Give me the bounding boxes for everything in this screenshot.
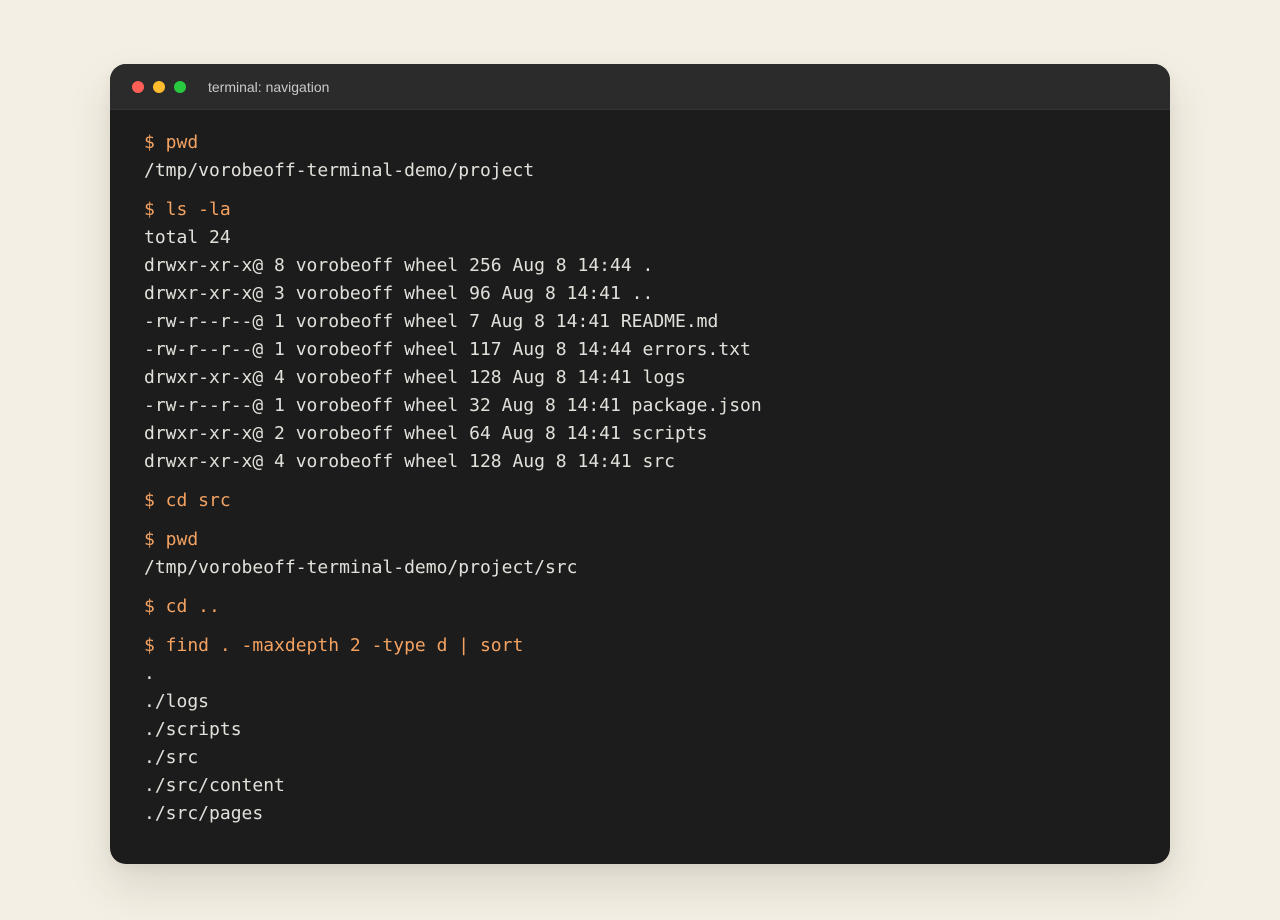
close-button[interactable]: [132, 80, 144, 93]
command-block: $ find . -maxdepth 2 -type d | sort. ./lo…: [144, 632, 1136, 828]
command-block: $ cd src: [144, 487, 1136, 515]
command-line: $ ls -la: [144, 199, 231, 220]
output-line: drwxr-xr-x@ 8 vorobeoff wheel 256 Aug 8 …: [144, 255, 654, 276]
output-line: ./src: [144, 747, 199, 768]
output-line: ./logs: [144, 691, 210, 712]
command-block: $ pwd/tmp/vorobeoff-terminal-demo/projec…: [144, 526, 1136, 582]
output-line: ./src/content: [144, 775, 285, 796]
output-line: -rw-r--r--@ 1 vorobeoff wheel 32 Aug 8 1…: [144, 395, 762, 416]
window-title: terminal: navigation: [208, 78, 330, 95]
output-line: -rw-r--r--@ 1 vorobeoff wheel 117 Aug 8 …: [144, 339, 751, 360]
output-line: .: [144, 663, 155, 684]
output-line: total 24: [144, 227, 231, 248]
maximize-button[interactable]: [174, 80, 186, 93]
terminal-window: terminal: navigation $ pwd/tmp/vorobeoff…: [110, 64, 1170, 864]
output-line: drwxr-xr-x@ 2 vorobeoff wheel 64 Aug 8 1…: [144, 423, 708, 444]
output-line: /tmp/vorobeoff-terminal-demo/project: [144, 160, 535, 181]
command-block: $ ls -la total 24 drwxr-xr-x@ 8 vorobeoff …: [144, 196, 1136, 476]
output-line: ./scripts: [144, 719, 242, 740]
command-block: $ pwd/tmp/vorobeoff-terminal-demo/projec…: [144, 129, 1136, 185]
terminal-output[interactable]: $ pwd/tmp/vorobeoff-terminal-demo/projec…: [110, 110, 1170, 828]
command-line: $ pwd: [144, 529, 199, 550]
output-line: drwxr-xr-x@ 4 vorobeoff wheel 128 Aug 8 …: [144, 451, 676, 472]
command-line: $ cd src: [144, 490, 231, 511]
output-line: drwxr-xr-x@ 4 vorobeoff wheel 128 Aug 8 …: [144, 367, 686, 388]
output-line: drwxr-xr-x@ 3 vorobeoff wheel 96 Aug 8 1…: [144, 283, 654, 304]
command-line: $ find . -maxdepth 2 -type d | sort: [144, 635, 524, 656]
command-block: $ cd ..: [144, 593, 1136, 621]
command-line: $ cd ..: [144, 596, 220, 617]
output-line: /tmp/vorobeoff-terminal-demo/project/src: [144, 557, 578, 578]
minimize-button[interactable]: [153, 80, 165, 93]
title-bar: terminal: navigation: [110, 64, 1170, 110]
output-line: -rw-r--r--@ 1 vorobeoff wheel 7 Aug 8 14…: [144, 311, 719, 332]
output-line: ./src/pages: [144, 803, 264, 824]
command-line: $ pwd: [144, 132, 199, 153]
